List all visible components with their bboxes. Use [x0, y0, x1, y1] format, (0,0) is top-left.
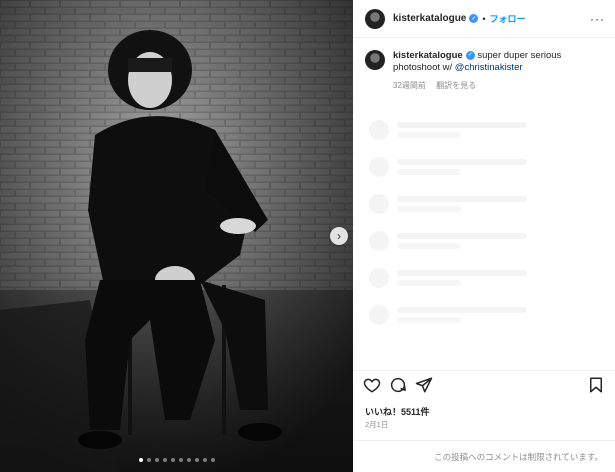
carousel-dot [186, 458, 191, 462]
carousel-dot [146, 458, 151, 462]
heart-icon[interactable] [363, 376, 381, 394]
caption: kisterkatalogue ✓ super duper serious pho… [353, 38, 615, 91]
action-bar [353, 370, 615, 398]
comment-skeleton [369, 185, 599, 222]
more-options-icon[interactable]: ··· [590, 12, 605, 26]
comment-skeleton [369, 296, 599, 333]
post-date: 2月1日 [365, 420, 389, 429]
comments-loading [353, 111, 615, 333]
caption-text: kisterkatalogue ✓ super duper serious pho… [393, 50, 603, 74]
follow-button[interactable]: フォロー [490, 12, 526, 25]
comment-icon[interactable] [389, 376, 407, 394]
caption-username[interactable]: kisterkatalogue [393, 50, 463, 61]
caption-avatar[interactable] [365, 50, 385, 70]
carousel-dot [154, 458, 159, 462]
carousel-dots [0, 458, 353, 462]
carousel-dot [202, 458, 207, 462]
translate-link[interactable]: 翻訳を見る [436, 81, 476, 90]
verified-icon: ✓ [469, 14, 479, 23]
caption-meta: 32週間前 翻訳を見る [393, 80, 603, 91]
carousel-dot [194, 458, 199, 462]
username-link[interactable]: kisterkatalogue [393, 13, 466, 24]
carousel-dot [170, 458, 175, 462]
likes-count[interactable]: いいね！5511件 [365, 405, 430, 418]
post-side-panel: kisterkatalogue ✓ • フォロー ··· kisterkatal… [353, 0, 615, 472]
bookmark-icon[interactable] [587, 376, 605, 394]
post-photo: › [0, 0, 353, 472]
mention-link[interactable]: @christinakister [455, 62, 523, 73]
comment-skeleton [369, 148, 599, 185]
comments-restricted-notice: この投稿へのコメントは制限されています。 [353, 440, 615, 472]
post-header: kisterkatalogue ✓ • フォロー ··· [353, 0, 615, 38]
avatar[interactable] [365, 8, 385, 29]
chevron-right-icon: › [337, 229, 341, 243]
next-slide-button[interactable]: › [330, 227, 348, 245]
carousel-dot [138, 458, 143, 462]
carousel-dot [162, 458, 167, 462]
carousel-dot [210, 458, 215, 462]
comment-skeleton [369, 111, 599, 148]
comment-skeleton [369, 259, 599, 296]
share-icon[interactable] [415, 376, 433, 394]
posted-ago[interactable]: 32週間前 [393, 81, 426, 90]
comment-skeleton [369, 222, 599, 259]
verified-icon: ✓ [465, 50, 475, 60]
photo-image [0, 0, 353, 472]
carousel-dot [178, 458, 183, 462]
separator-dot: • [482, 13, 486, 24]
